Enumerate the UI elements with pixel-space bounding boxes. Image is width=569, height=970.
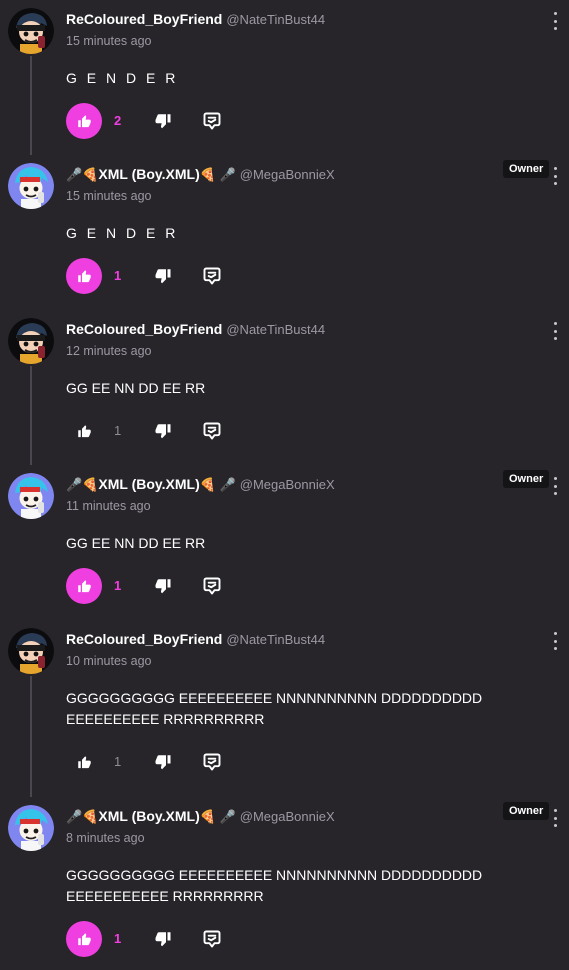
like-count: 1 (114, 423, 122, 438)
comment-text: GG EE NN DD EE RR (66, 535, 206, 551)
like-button[interactable] (66, 258, 102, 294)
comment-actions: 1 (66, 744, 236, 780)
thumbs-up-icon (77, 932, 92, 947)
comment-text: G E N D E R (66, 70, 179, 86)
like-button[interactable] (66, 413, 102, 449)
reply-icon[interactable] (202, 929, 222, 949)
thread-line (30, 366, 32, 465)
thumbs-up-icon (77, 424, 92, 439)
more-options-icon[interactable] (549, 12, 561, 30)
name-prefix-emoji: 🎤🍕 (66, 167, 99, 182)
comment-card: ReColoured_BoyFriend @NateTinBust44 10 mi… (0, 620, 569, 797)
timestamp: 11 minutes ago (66, 499, 151, 513)
comment-card: 🎤🍕XML (Boy.XML)🍕 🎤 @MegaBonnieX 15 minute… (0, 155, 569, 310)
author-name[interactable]: 🎤🍕XML (Boy.XML)🍕 🎤 @MegaBonnieX (66, 476, 335, 493)
like-button[interactable] (66, 921, 102, 957)
comment-actions: 1 (66, 413, 236, 449)
avatar[interactable] (8, 8, 54, 54)
owner-badge: Owner (503, 470, 550, 488)
author-display-name[interactable]: ReColoured_BoyFriend (66, 11, 222, 27)
more-options-icon[interactable] (549, 477, 561, 495)
author-handle[interactable]: @MegaBonnieX (240, 477, 335, 492)
timestamp: 15 minutes ago (66, 34, 152, 48)
comment-actions: 2 (66, 103, 236, 139)
comment-card: 🎤🍕XML (Boy.XML)🍕 🎤 @MegaBonnieX 11 minute… (0, 465, 569, 620)
author-handle[interactable]: @MegaBonnieX (240, 167, 335, 182)
comment-text: GGGGGGGGGG EEEEEEEEEE NNNNNNNNNN DDDDDDD… (66, 690, 483, 727)
like-button[interactable] (66, 744, 102, 780)
author-handle[interactable]: @MegaBonnieX (240, 809, 335, 824)
comment-card: 🎤🍕XML (Boy.XML)🍕 🎤 @MegaBonnieX 8 minutes… (0, 797, 569, 970)
more-options-icon[interactable] (549, 632, 561, 650)
like-count: 1 (114, 268, 122, 283)
name-suffix-emoji: 🍕 🎤 (199, 477, 236, 492)
avatar[interactable] (8, 628, 54, 674)
more-options-icon[interactable] (549, 322, 561, 340)
author-handle[interactable]: @NateTinBust44 (226, 322, 325, 337)
avatar[interactable] (8, 805, 54, 851)
owner-badge: Owner (503, 802, 550, 820)
thread-line (30, 56, 32, 155)
thumbs-down-icon[interactable] (154, 930, 172, 948)
thread-line (30, 676, 32, 797)
more-options-icon[interactable] (549, 809, 561, 827)
reply-icon[interactable] (202, 111, 222, 131)
timestamp: 12 minutes ago (66, 344, 152, 358)
author-handle[interactable]: @NateTinBust44 (226, 632, 325, 647)
comment-text: G E N D E R (66, 225, 179, 241)
timestamp: 10 minutes ago (66, 654, 152, 668)
like-count: 1 (114, 931, 122, 946)
reply-icon[interactable] (202, 576, 222, 596)
avatar[interactable] (8, 473, 54, 519)
author-name[interactable]: ReColoured_BoyFriend @NateTinBust44 (66, 11, 325, 27)
like-count: 1 (114, 578, 122, 593)
timestamp: 8 minutes ago (66, 831, 145, 845)
name-prefix-emoji: 🎤🍕 (66, 477, 99, 492)
author-display-name[interactable]: ReColoured_BoyFriend (66, 321, 222, 337)
author-display-name[interactable]: ReColoured_BoyFriend (66, 631, 222, 647)
thumbs-down-icon[interactable] (154, 112, 172, 130)
owner-badge: Owner (503, 160, 550, 178)
author-display-name[interactable]: XML (Boy.XML) (98, 808, 199, 824)
thumbs-down-icon[interactable] (154, 267, 172, 285)
name-suffix-emoji: 🍕 🎤 (199, 167, 236, 182)
like-count: 2 (114, 113, 122, 128)
thumbs-up-icon (77, 755, 92, 770)
timestamp: 15 minutes ago (66, 189, 152, 203)
reply-icon[interactable] (202, 752, 222, 772)
comment-actions: 1 (66, 568, 236, 604)
thumbs-up-icon (77, 114, 92, 129)
author-name[interactable]: 🎤🍕XML (Boy.XML)🍕 🎤 @MegaBonnieX (66, 808, 335, 825)
author-display-name[interactable]: XML (Boy.XML) (98, 166, 199, 182)
like-button[interactable] (66, 103, 102, 139)
reply-icon[interactable] (202, 421, 222, 441)
comment-card: ReColoured_BoyFriend @NateTinBust44 12 mi… (0, 310, 569, 465)
thumbs-down-icon[interactable] (154, 422, 172, 440)
avatar[interactable] (8, 318, 54, 364)
comment-text: GGGGGGGGGG EEEEEEEEEE NNNNNNNNNN DDDDDDD… (66, 867, 483, 904)
comment-actions: 1 (66, 258, 236, 294)
author-name[interactable]: 🎤🍕XML (Boy.XML)🍕 🎤 @MegaBonnieX (66, 166, 335, 183)
author-handle[interactable]: @NateTinBust44 (226, 12, 325, 27)
name-suffix-emoji: 🍕 🎤 (199, 809, 236, 824)
author-display-name[interactable]: XML (Boy.XML) (98, 476, 199, 492)
author-name[interactable]: ReColoured_BoyFriend @NateTinBust44 (66, 631, 325, 647)
comment-text: GG EE NN DD EE RR (66, 380, 206, 396)
like-button[interactable] (66, 568, 102, 604)
comment-actions: 1 (66, 921, 236, 957)
reply-icon[interactable] (202, 266, 222, 286)
author-name[interactable]: ReColoured_BoyFriend @NateTinBust44 (66, 321, 325, 337)
thumbs-down-icon[interactable] (154, 753, 172, 771)
more-options-icon[interactable] (549, 167, 561, 185)
like-count: 1 (114, 754, 122, 769)
thumbs-up-icon (77, 269, 92, 284)
comment-card: ReColoured_BoyFriend @NateTinBust44 15 mi… (0, 0, 569, 155)
thumbs-up-icon (77, 579, 92, 594)
avatar[interactable] (8, 163, 54, 209)
thumbs-down-icon[interactable] (154, 577, 172, 595)
name-prefix-emoji: 🎤🍕 (66, 809, 99, 824)
